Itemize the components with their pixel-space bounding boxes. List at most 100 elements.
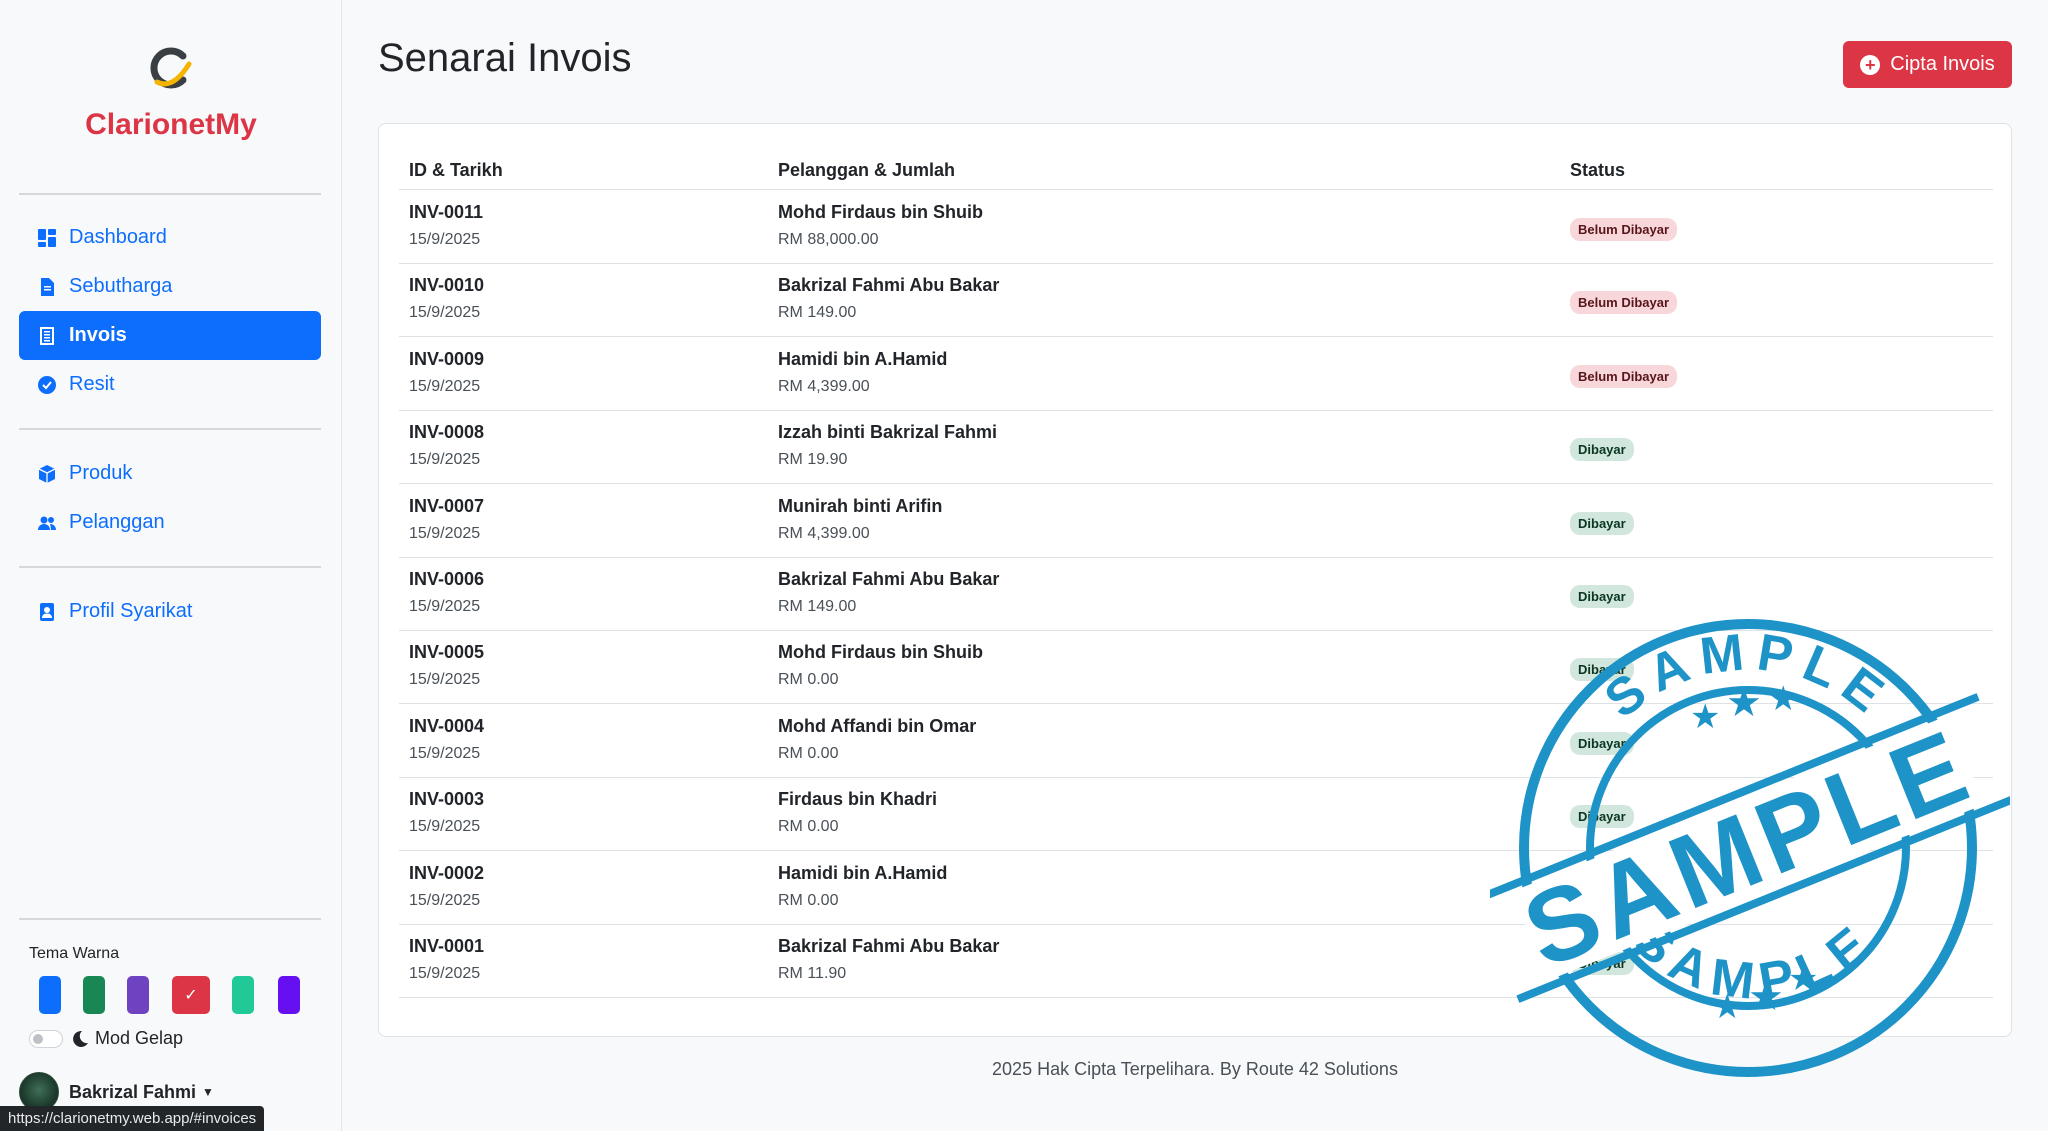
sidebar-item-label: Produk <box>69 462 133 484</box>
create-invoice-button[interactable]: + Cipta Invois <box>1843 41 2012 88</box>
invoice-id[interactable]: INV-0004 <box>409 716 484 737</box>
status-badge: Dibayar <box>1570 731 1634 755</box>
sidebar-item-resit[interactable]: Resit <box>19 360 321 409</box>
person-badge-icon <box>37 602 57 622</box>
status-badge: Belum Dibayar <box>1570 291 1678 315</box>
sidebar-divider <box>19 918 321 920</box>
invoice-icon <box>37 326 57 346</box>
sidebar-item-invois[interactable]: Invois <box>19 311 321 360</box>
box-icon <box>37 464 57 484</box>
theme-label: Tema Warna <box>29 945 120 962</box>
dark-mode-switch[interactable] <box>29 1029 63 1048</box>
invoice-date: 15/9/2025 <box>409 304 481 322</box>
table-row[interactable]: INV-0007 15/9/2025 Munirah binti Arifin RM … <box>399 484 1993 558</box>
table-row[interactable]: INV-0008 15/9/2025 Izzah binti Bakrizal Fa… <box>399 410 1993 485</box>
invoice-id[interactable]: INV-0005 <box>409 642 484 663</box>
sidebar-item-profil-syarikat[interactable]: Profil Syarikat <box>19 587 321 636</box>
plus-circle-icon: + <box>1860 54 1881 75</box>
status-badge: Belum Dibayar <box>1570 364 1678 388</box>
theme-swatch[interactable] <box>232 976 254 1014</box>
invoice-amount: RM 149.00 <box>778 598 857 615</box>
verified-badge-icon <box>37 375 57 395</box>
invoice-id[interactable]: INV-0010 <box>409 275 484 296</box>
invoice-amount: RM 88,000.00 <box>778 231 879 248</box>
sidebar-item-label: Profil Syarikat <box>69 600 193 622</box>
table-row[interactable]: INV-0003 15/9/2025 Firdaus bin Khadri RM 0.… <box>399 777 1993 852</box>
invoice-id[interactable]: INV-0011 <box>409 202 483 223</box>
invoice-date: 15/9/2025 <box>409 231 481 248</box>
sidebar-item-produk[interactable]: Produk <box>19 449 321 498</box>
customer-name: Bakrizal Fahmi Abu Bakar <box>778 936 1000 956</box>
status-badge: Dibayar <box>1570 511 1634 535</box>
invoice-id[interactable]: INV-0008 <box>409 422 484 443</box>
moon-icon <box>73 1030 88 1047</box>
column-header-id-date: ID & Tarikh <box>409 160 503 180</box>
invoice-id[interactable]: INV-0006 <box>409 569 484 590</box>
table-row[interactable]: INV-0011 15/9/2025 Mohd Firdaus bin Shuib R… <box>399 190 1993 264</box>
sidebar-item-label: Resit <box>69 373 115 395</box>
dashboard-icon <box>37 228 57 248</box>
sidebar-item-label: Dashboard <box>69 226 167 248</box>
column-header-customer-amount: Pelanggan & Jumlah <box>778 160 956 180</box>
sidebar-item-dashboard[interactable]: Dashboard <box>19 213 321 262</box>
invoice-id[interactable]: INV-0001 <box>409 936 484 957</box>
invoice-date: 15/9/2025 <box>409 451 481 469</box>
sidebar-item-sebutharga[interactable]: Sebutharga <box>19 262 321 311</box>
status-badge: Dibayar <box>1570 878 1634 902</box>
customer-name: Firdaus bin Khadri <box>778 789 938 810</box>
dark-mode-label: Mod Gelap <box>95 1028 184 1048</box>
invoice-amount: RM 0.00 <box>778 671 839 689</box>
customer-name: Bakrizal Fahmi Abu Bakar <box>778 569 1000 589</box>
table-row[interactable]: INV-0002 15/9/2025 Hamidi bin A.Hamid RM 0.… <box>399 851 1993 925</box>
link-status-bar: https://clarionetmy.web.app/#invoices <box>0 1106 265 1131</box>
invoice-amount: RM 149.00 <box>778 304 857 322</box>
invoice-amount: RM 0.00 <box>778 891 839 909</box>
sidebar-divider <box>19 428 321 430</box>
invoice-date: 15/9/2025 <box>409 598 481 615</box>
theme-swatch[interactable] <box>278 976 300 1014</box>
sidebar-item-label: Pelanggan <box>69 511 165 533</box>
invoice-amount: RM 19.90 <box>778 451 848 469</box>
customer-name: Bakrizal Fahmi Abu Bakar <box>778 275 1000 296</box>
table-row[interactable]: INV-0004 15/9/2025 Mohd Affandi bin Omar RM… <box>399 704 1993 778</box>
theme-swatch[interactable] <box>39 976 61 1014</box>
sidebar-item-label: Invois <box>69 324 127 346</box>
table-row[interactable]: INV-0006 15/9/2025 Bakrizal Fahmi Abu Baka… <box>399 557 1993 631</box>
create-invoice-label: Cipta Invois <box>1890 53 1995 75</box>
status-badge: Belum Dibayar <box>1570 218 1678 241</box>
document-icon <box>37 277 57 297</box>
invoice-table-card: ID & Tarikh Pelanggan & Jumlah Status IN… <box>378 123 2012 1037</box>
invoice-amount: RM 11.90 <box>778 965 847 982</box>
customer-name: Hamidi bin A.Hamid <box>778 348 948 369</box>
table-row[interactable]: INV-0005 15/9/2025 Mohd Firdaus bin Shuib R… <box>399 630 1993 705</box>
sidebar-item-pelanggan[interactable]: Pelanggan <box>19 498 321 547</box>
theme-swatch[interactable]: ✓ <box>172 976 210 1014</box>
customer-name: Mohd Firdaus bin Shuib <box>778 642 983 663</box>
invoice-amount: RM 0.00 <box>778 818 839 836</box>
footer-copyright: 2025 Hak Cipta Terpelihara. By Route 42 … <box>992 1059 1398 1079</box>
status-badge: Dibayar <box>1570 438 1634 462</box>
table-row[interactable]: INV-0009 15/9/2025 Hamidi bin A.Hamid RM 4,… <box>399 337 1993 411</box>
customer-name: Hamidi bin A.Hamid <box>778 862 948 883</box>
table-row[interactable]: INV-0010 15/9/2025 Bakrizal Fahmi Abu Baka… <box>399 263 1993 338</box>
table-row[interactable]: INV-0001 15/9/2025 Bakrizal Fahmi Abu Baka… <box>399 924 1993 998</box>
theme-swatch[interactable] <box>127 976 149 1014</box>
customer-name: Mohd Affandi bin Omar <box>778 715 977 736</box>
invoice-amount: RM 0.00 <box>778 744 839 762</box>
status-badge: Dibayar <box>1570 658 1634 682</box>
customer-name: Munirah binti Arifin <box>778 495 943 516</box>
customer-name: Mohd Firdaus bin Shuib <box>778 202 983 222</box>
check-icon: ✓ <box>184 987 198 1004</box>
invoice-date: 15/9/2025 <box>409 891 481 909</box>
dark-mode-toggle[interactable]: Mod Gelap <box>29 1028 183 1049</box>
invoice-id[interactable]: INV-0009 <box>409 349 484 370</box>
caret-down-icon: ▼ <box>202 1085 214 1099</box>
invoice-id[interactable]: INV-0002 <box>409 863 484 884</box>
status-badge: Dibayar <box>1570 805 1634 829</box>
invoice-id[interactable]: INV-0007 <box>409 496 484 517</box>
invoice-id[interactable]: INV-0003 <box>409 789 484 810</box>
invoice-amount: RM 4,399.00 <box>778 524 870 542</box>
theme-swatch[interactable] <box>83 976 105 1014</box>
sidebar-divider <box>19 193 321 195</box>
sidebar-item-label: Sebutharga <box>69 275 173 297</box>
